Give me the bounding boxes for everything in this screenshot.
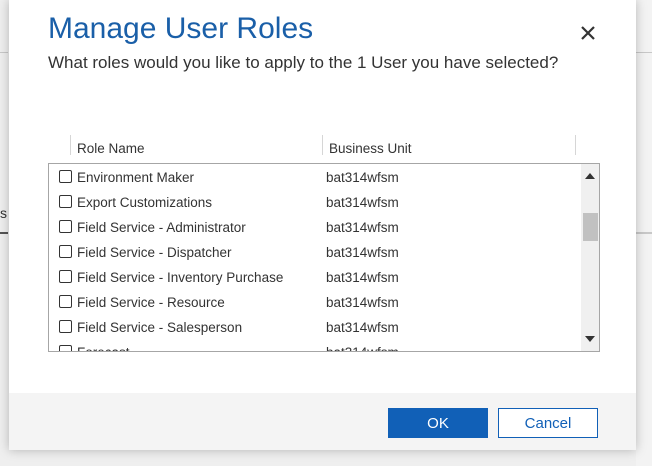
table-row[interactable]: Field Service - Administrator bat314wfsm bbox=[49, 215, 577, 240]
role-name-cell: Field Service - Resource bbox=[77, 295, 225, 310]
caret-down-icon bbox=[585, 336, 595, 342]
vertical-scrollbar[interactable] bbox=[581, 164, 599, 351]
table-row[interactable]: Environment Maker bat314wfsm bbox=[49, 165, 577, 190]
row-checkbox[interactable] bbox=[59, 295, 72, 308]
column-separator[interactable] bbox=[322, 135, 323, 155]
caret-up-icon bbox=[585, 173, 595, 179]
scroll-down-button[interactable] bbox=[581, 330, 599, 348]
business-unit-cell: bat314wfsm bbox=[326, 245, 399, 260]
row-checkbox[interactable] bbox=[59, 195, 72, 208]
table-row[interactable]: Field Service - Salesperson bat314wfsm bbox=[49, 315, 577, 340]
row-checkbox[interactable] bbox=[59, 170, 72, 183]
business-unit-cell: bat314wfsm bbox=[326, 195, 399, 210]
close-icon bbox=[581, 26, 595, 40]
dialog-title: Manage User Roles bbox=[48, 12, 314, 45]
table-row[interactable]: Field Service - Resource bat314wfsm bbox=[49, 290, 577, 315]
dialog-subtitle: What roles would you like to apply to th… bbox=[48, 53, 559, 72]
business-unit-cell: bat314wfsm bbox=[326, 220, 399, 235]
role-name-cell: Field Service - Administrator bbox=[77, 220, 246, 235]
table-header: Role Name Business Unit bbox=[48, 135, 600, 161]
scroll-up-button[interactable] bbox=[581, 167, 599, 185]
scroll-thumb[interactable] bbox=[583, 213, 598, 241]
row-checkbox[interactable] bbox=[59, 245, 72, 258]
business-unit-cell: bat314wfsm bbox=[326, 345, 399, 351]
role-name-cell: Field Service - Dispatcher bbox=[77, 245, 232, 260]
background-tab-underline bbox=[0, 232, 8, 234]
column-separator[interactable] bbox=[575, 135, 576, 155]
role-name-cell: Export Customizations bbox=[77, 195, 213, 210]
row-checkbox[interactable] bbox=[59, 320, 72, 333]
background-divider-right bbox=[636, 52, 652, 53]
business-unit-cell: bat314wfsm bbox=[326, 295, 399, 310]
business-unit-cell: bat314wfsm bbox=[326, 270, 399, 285]
table-row[interactable]: Export Customizations bat314wfsm bbox=[49, 190, 577, 215]
role-name-cell: Field Service - Inventory Purchase bbox=[77, 270, 284, 285]
row-checkbox[interactable] bbox=[59, 345, 72, 351]
roles-grid: Environment Maker bat314wfsm Export Cust… bbox=[48, 163, 600, 352]
ok-button[interactable]: OK bbox=[388, 408, 488, 438]
role-name-cell: Field Service - Salesperson bbox=[77, 320, 243, 335]
background-tab-text: s bbox=[0, 205, 7, 221]
row-checkbox[interactable] bbox=[59, 270, 72, 283]
manage-user-roles-dialog: Manage User Roles What roles would you l… bbox=[9, 0, 636, 450]
column-separator[interactable] bbox=[70, 135, 71, 155]
row-checkbox[interactable] bbox=[59, 220, 72, 233]
business-unit-cell: bat314wfsm bbox=[326, 320, 399, 335]
background-divider-right-2 bbox=[636, 232, 652, 234]
column-header-role-name[interactable]: Role Name bbox=[77, 141, 145, 156]
role-name-cell: Forecast ... bbox=[77, 345, 145, 351]
dialog-footer: OK Cancel bbox=[9, 393, 636, 450]
business-unit-cell: bat314wfsm bbox=[326, 170, 399, 185]
column-header-business-unit[interactable]: Business Unit bbox=[329, 141, 412, 156]
table-row[interactable]: Forecast ... bat314wfsm bbox=[49, 340, 577, 351]
background-divider bbox=[0, 52, 8, 53]
cancel-button[interactable]: Cancel bbox=[498, 408, 598, 438]
table-row[interactable]: Field Service - Dispatcher bat314wfsm bbox=[49, 240, 577, 265]
table-row[interactable]: Field Service - Inventory Purchase bat31… bbox=[49, 265, 577, 290]
close-button[interactable] bbox=[577, 22, 599, 44]
role-name-cell: Environment Maker bbox=[77, 170, 195, 185]
